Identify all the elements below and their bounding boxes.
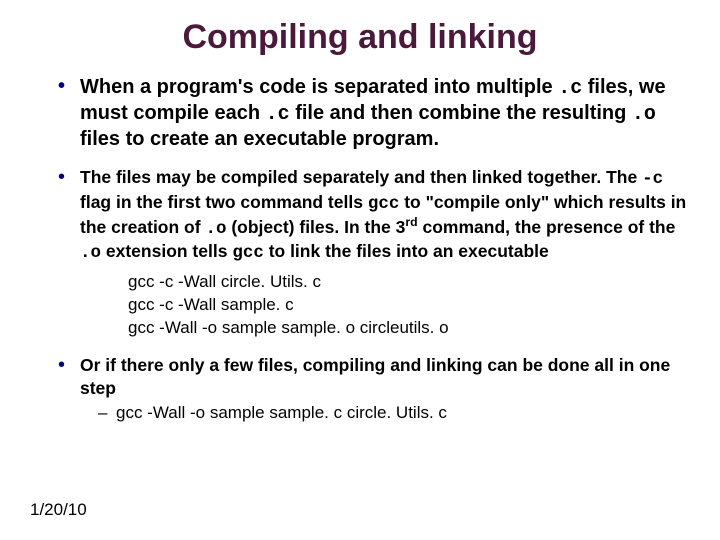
b2-code-3: .o: [205, 219, 226, 239]
b1-code-2: .c: [266, 103, 290, 126]
b2-code-4: .o: [80, 243, 101, 263]
slide-date: 1/20/10: [30, 500, 87, 520]
command-block: gcc -c -Wall circle. Utils. c gcc -c -Wa…: [128, 271, 690, 340]
b1-text-pre: When a program's code is separated into …: [80, 76, 558, 98]
bullet-2: The files may be compiled separately and…: [58, 166, 690, 340]
b2-text-mid3: (object) files. In the 3: [226, 217, 405, 237]
bullet-1: When a program's code is separated into …: [58, 75, 690, 152]
b2-sup: rd: [405, 215, 417, 229]
slide-title: Compiling and linking: [30, 18, 690, 57]
b2-text-mid1: flag in the first two command tells: [80, 192, 368, 212]
b2-text-pre: The files may be compiled separately and…: [80, 167, 642, 187]
sub-item-1: gcc -Wall -o sample sample. c circle. Ut…: [98, 403, 690, 423]
sub-list: gcc -Wall -o sample sample. c circle. Ut…: [80, 403, 690, 423]
bullet-list: When a program's code is separated into …: [30, 75, 690, 423]
bullet-3: Or if there only a few files, compiling …: [58, 354, 690, 424]
b1-text-post: files to create an executable program.: [80, 128, 439, 150]
b1-text-mid2: file and then combine the resulting: [290, 102, 632, 124]
b3-text: Or if there only a few files, compiling …: [80, 354, 690, 400]
b2-text-post: to link the files into an executable: [264, 241, 549, 261]
b2-code-2: gcc: [368, 194, 400, 214]
cmd-3: gcc -Wall -o sample sample. o circleutil…: [128, 317, 690, 340]
b1-code-1: .c: [558, 77, 582, 100]
b2-text-mid4: command, the presence of the: [418, 217, 676, 237]
cmd-2: gcc -c -Wall sample. c: [128, 294, 690, 317]
b2-code-1: -c: [642, 169, 663, 189]
b1-code-3: .o: [632, 103, 656, 126]
b2-text-mid5: extension tells: [101, 241, 232, 261]
b2-code-5: gcc: [232, 243, 264, 263]
cmd-1: gcc -c -Wall circle. Utils. c: [128, 271, 690, 294]
